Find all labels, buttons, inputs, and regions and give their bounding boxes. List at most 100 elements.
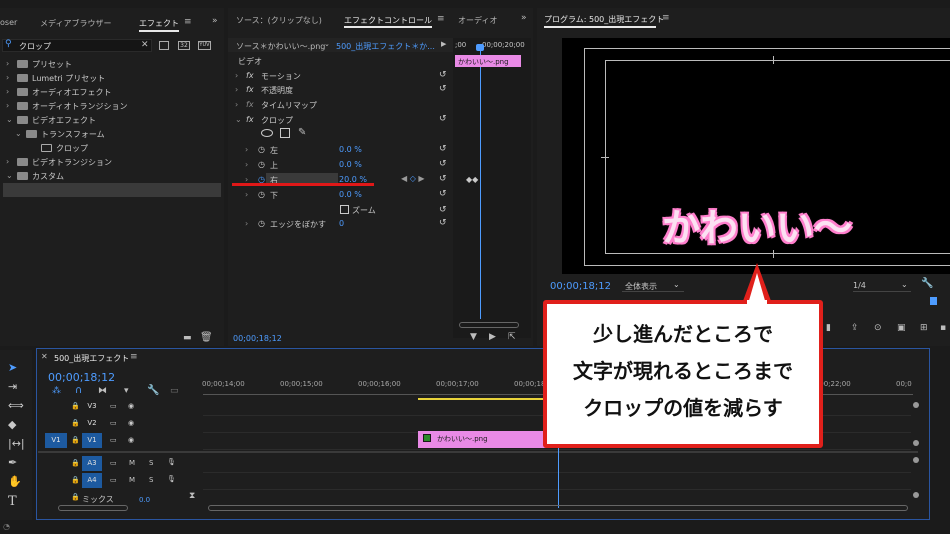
tab-audio[interactable]: オーディオ [458, 15, 497, 26]
vertical-scroll-top[interactable] [913, 402, 919, 408]
tree-item[interactable]: › ビデオトランジション [0, 155, 221, 169]
tree-item[interactable]: クロップ [0, 141, 221, 155]
track-name-a4[interactable]: A4 [82, 473, 102, 488]
effect-opacity[interactable]: › fx 不透明度 [232, 83, 452, 97]
keyframe-diamonds[interactable]: ◆◆ [466, 175, 478, 184]
disclosure-icon[interactable]: ⌄ [15, 129, 22, 138]
tab-media-browser[interactable]: メディアブラウザー [40, 18, 111, 29]
tab-source[interactable]: ソース：(クリップなし) [236, 15, 322, 26]
mute-button[interactable]: M [129, 476, 135, 484]
tree-item[interactable]: ⌄ トランスフォーム [0, 127, 221, 141]
ec-zoom-scroll[interactable] [459, 322, 519, 328]
eye-icon[interactable]: ◉ [128, 419, 134, 427]
sync-lock-icon[interactable]: ▭ [110, 436, 117, 444]
vertical-scroll-mid[interactable] [913, 440, 919, 446]
program-timecode[interactable]: 00;00;18;12 [550, 281, 611, 292]
expand-icon[interactable]: » [212, 17, 218, 26]
tree-item[interactable]: ⌄ ビデオエフェクト [0, 113, 221, 127]
track-name-v1[interactable]: V1 [82, 433, 102, 448]
solo-button[interactable]: S [149, 476, 153, 484]
track-name-a3[interactable]: A3 [82, 456, 102, 471]
tree-item[interactable]: ⌄ カスタム [0, 169, 221, 183]
reset-feather-icon[interactable]: ↺ [439, 218, 447, 228]
header-scrollbar[interactable] [58, 505, 128, 511]
keyframe-nav[interactable]: ◀ ◇ ▶ [401, 174, 425, 183]
disclosure-icon[interactable]: › [6, 157, 9, 166]
trash-icon[interactable]: 🗑 [200, 333, 213, 343]
reset-opacity-icon[interactable]: ↺ [439, 84, 447, 94]
param-feather[interactable]: › ◷ エッジをぼかす 0 [232, 217, 452, 231]
eye-icon[interactable]: ◉ [128, 402, 134, 410]
param-top[interactable]: › ◷ 上 0.0 % [232, 158, 452, 172]
source-dropdown-icon[interactable]: ⌄ [324, 41, 330, 48]
disclosure-icon[interactable]: ⌄ [6, 171, 13, 180]
timeline-clip[interactable]: かわいい～.png [418, 431, 546, 448]
effects-menu-icon[interactable]: ≡ [184, 17, 192, 27]
export-frame-icon[interactable]: ⊞ [920, 324, 928, 333]
reset-motion-icon[interactable]: ↺ [439, 70, 447, 80]
sync-lock-icon[interactable]: ▭ [110, 476, 117, 484]
sync-lock-icon[interactable]: ▭ [110, 402, 117, 410]
play-triangle-icon[interactable]: ▶ [441, 41, 446, 48]
ec-play-icon[interactable]: ▶ [489, 333, 496, 342]
track-lock-icon[interactable]: 🔒 [71, 436, 80, 444]
program-add-icon[interactable]: ▪ [940, 324, 946, 333]
reset-top-icon[interactable]: ↺ [439, 159, 447, 169]
disclosure-icon[interactable]: › [6, 87, 9, 96]
ec-sequence-label[interactable]: 500_出現エフェクト＊か... [336, 41, 435, 52]
32bit-effects-icon[interactable]: 32 [178, 41, 190, 50]
ellipse-mask-icon[interactable] [261, 129, 273, 137]
param-bottom[interactable]: › ◷ 下 0.0 % [232, 188, 452, 202]
vertical-scroll-bottom[interactable] [913, 492, 919, 498]
ripple-edit-icon[interactable]: ⟺ [8, 399, 24, 412]
new-bin-icon[interactable]: ▬ [183, 334, 192, 343]
mix-value[interactable]: 0.0 [139, 496, 150, 504]
type-tool-icon[interactable]: T [8, 494, 17, 509]
search-input[interactable]: クロップ [19, 41, 51, 52]
track-name-v3[interactable]: V3 [82, 399, 102, 414]
rect-mask-icon[interactable] [280, 128, 290, 138]
track-name-v2[interactable]: V2 [82, 416, 102, 431]
slip-tool-icon[interactable]: |↔| [8, 437, 25, 450]
track-lock-icon[interactable]: 🔒 [71, 402, 80, 410]
program-menu-icon[interactable]: ≡ [662, 13, 670, 23]
sync-lock-icon[interactable]: ▭ [110, 419, 117, 427]
eye-icon[interactable]: ◉ [128, 436, 134, 444]
effect-time-remap[interactable]: › fx タイムリマップ [232, 98, 452, 112]
razor-icon[interactable]: ◆ [8, 418, 16, 431]
work-area-bar[interactable] [418, 398, 546, 400]
program-playhead[interactable] [930, 297, 937, 305]
track-select-icon[interactable]: ⇥ [8, 380, 17, 393]
lift-icon[interactable]: ⇪ [851, 324, 859, 333]
timeline-settings-icon[interactable]: 🔧 [147, 386, 159, 396]
tree-item[interactable]: › オーディオトランジション [0, 99, 221, 113]
solo-button[interactable]: S [149, 459, 153, 467]
snap-icon[interactable]: ∩ [75, 386, 82, 396]
track-lock-icon[interactable]: 🔒 [71, 419, 80, 427]
track-lock-icon[interactable]: 🔒 [71, 459, 80, 467]
tab-composer[interactable]: oser [0, 18, 17, 27]
captions-icon[interactable]: ▭ [170, 387, 179, 396]
disclosure-icon[interactable]: ⌄ [6, 115, 13, 124]
timeline-timecode[interactable]: 00;00;18;12 [48, 371, 115, 384]
reset-crop-icon[interactable]: ↺ [439, 114, 447, 124]
ec-playhead-handle[interactable] [476, 44, 484, 51]
sync-lock-icon[interactable]: ▭ [110, 459, 117, 467]
mute-button[interactable]: M [129, 459, 135, 467]
clear-search-icon[interactable]: ✕ [141, 41, 149, 50]
tree-item[interactable]: › オーディオエフェクト [0, 85, 221, 99]
tree-item[interactable]: › Lumetri プリセット [0, 71, 221, 85]
track-lock-icon[interactable]: 🔒 [71, 476, 80, 484]
track-lane[interactable] [203, 472, 911, 473]
vertical-scroll-low[interactable] [913, 457, 919, 463]
param-left[interactable]: › ◷ 左 0.0 % [232, 143, 452, 157]
reset-zoom-icon[interactable]: ↺ [439, 205, 447, 215]
ec-menu-icon[interactable]: ≡ [437, 14, 445, 24]
expand-icon-2[interactable]: » [521, 14, 527, 23]
linked-selection-icon[interactable]: ⧓ [98, 387, 107, 396]
fit-dropdown[interactable]: 全体表示 ⌄ [622, 279, 684, 292]
effect-motion[interactable]: › fx モーション [232, 69, 452, 83]
timeline-menu-icon[interactable]: ≡ [130, 352, 138, 362]
ec-timecode[interactable]: 00;00;18;12 [233, 334, 282, 343]
yuv-effects-icon[interactable]: YUV [198, 41, 211, 50]
